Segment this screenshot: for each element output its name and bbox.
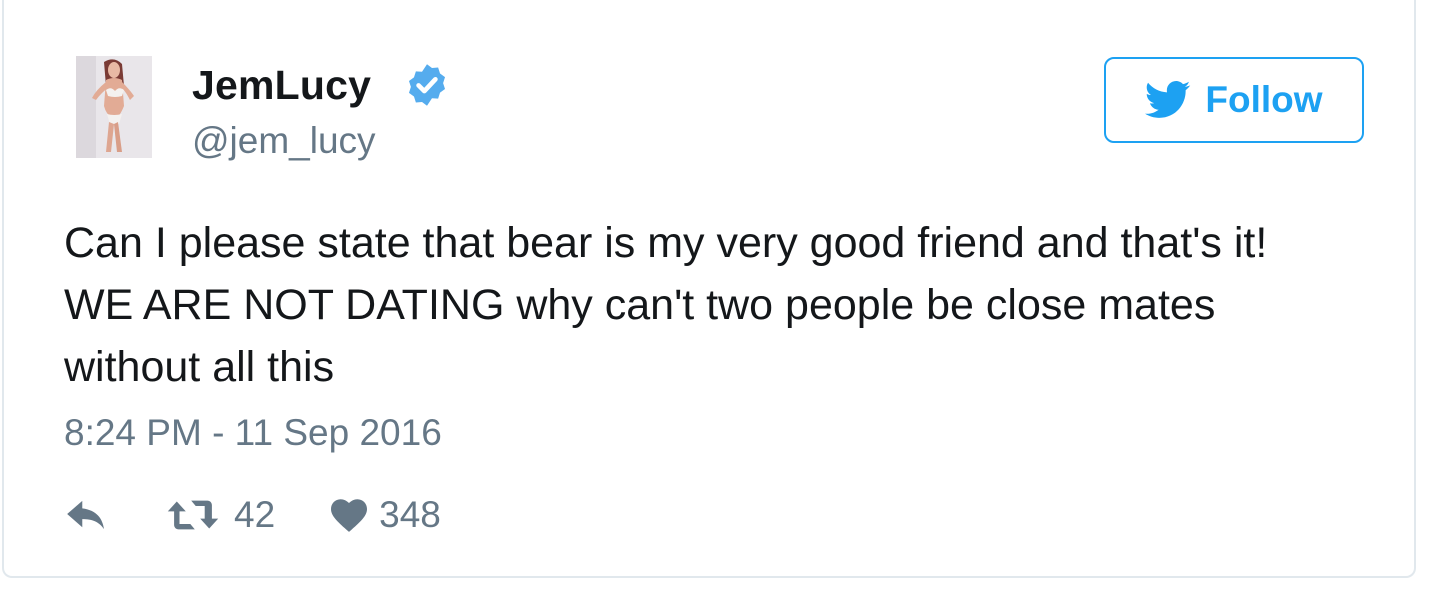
like-button[interactable]: 348 <box>329 494 441 536</box>
tweet-text-line: WE ARE NOT DATING why can't two people b… <box>64 281 1216 329</box>
heart-icon <box>331 499 368 532</box>
retweet-count: 42 <box>234 494 276 535</box>
reply-button[interactable] <box>64 498 110 532</box>
display-name[interactable]: JemLucy <box>192 62 371 109</box>
tweet-timestamp[interactable]: 8:24 PM - 11 Sep 2016 <box>64 412 442 454</box>
retweet-arrows-icon <box>167 500 219 530</box>
tweet-actions: 42 348 <box>64 490 441 540</box>
retweet-button[interactable]: 42 <box>166 494 275 536</box>
tweet-text-line: without all this <box>64 343 335 391</box>
twitter-bird-icon <box>1145 81 1191 118</box>
tweet-card: JemLucy @jem_lucy Follow Can I please st… <box>2 0 1416 578</box>
user-handle[interactable]: @jem_lucy <box>192 120 376 162</box>
avatar[interactable] <box>76 56 152 158</box>
like-count: 348 <box>379 494 441 535</box>
follow-button[interactable]: Follow <box>1104 57 1364 143</box>
tweet-text-line: Can I please state that bear is my very … <box>64 219 1268 267</box>
tweet-text: Can I please state that bear is my very … <box>64 212 1384 398</box>
follow-label: Follow <box>1205 79 1323 120</box>
reply-arrow-icon <box>67 500 104 530</box>
avatar-photo <box>76 56 152 158</box>
verified-badge-icon <box>408 64 446 106</box>
